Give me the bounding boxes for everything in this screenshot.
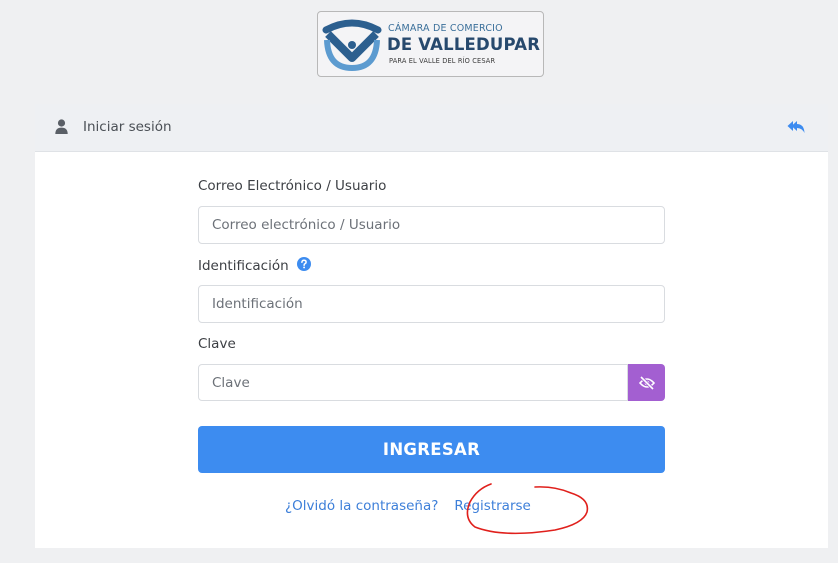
logo-line-3: PARA EL VALLE DEL RÍO CESAR — [389, 57, 496, 65]
id-label: Identificación — [198, 258, 289, 274]
login-title: Iniciar sesión — [83, 119, 172, 135]
id-label-row: Identificación — [198, 257, 311, 274]
id-input[interactable] — [198, 285, 665, 323]
reply-all-icon[interactable] — [787, 120, 805, 134]
email-label: Correo Electrónico / Usuario — [198, 178, 387, 194]
user-icon — [55, 119, 68, 134]
logo-line-2: DE VALLEDUPAR — [387, 35, 541, 54]
red-circle-annotation — [466, 483, 589, 535]
chamber-emblem-icon — [322, 19, 382, 72]
toggle-password-button[interactable] — [628, 364, 665, 401]
login-button[interactable]: INGRESAR — [198, 426, 665, 473]
chamber-logo: CÁMARA DE COMERCIO DE VALLEDUPAR PARA EL… — [317, 11, 544, 77]
email-input[interactable] — [198, 206, 665, 244]
login-card-header: Iniciar sesión — [35, 104, 828, 152]
forgot-password-link[interactable]: ¿Olvidó la contraseña? — [285, 498, 438, 514]
login-card: Iniciar sesión Correo Electrónico / Usua… — [35, 104, 828, 548]
question-circle-icon[interactable] — [296, 257, 311, 271]
password-label: Clave — [198, 336, 236, 352]
password-input[interactable] — [198, 364, 628, 401]
eye-slash-icon — [638, 375, 655, 390]
logo-line-1: CÁMARA DE COMERCIO — [388, 23, 503, 34]
